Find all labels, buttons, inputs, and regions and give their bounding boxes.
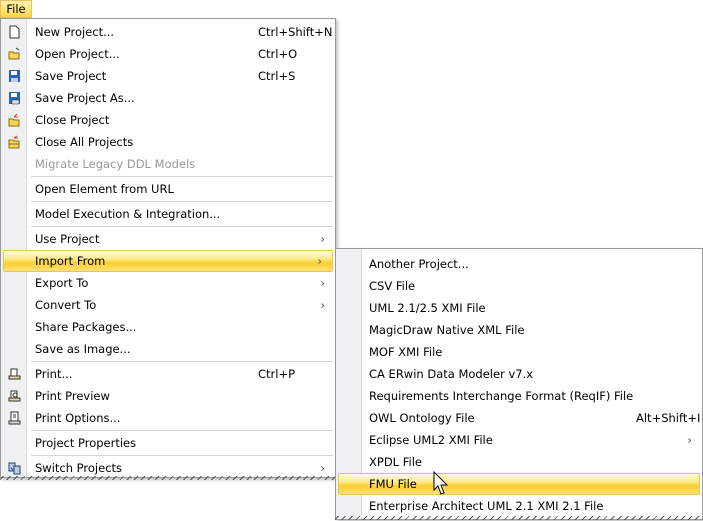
import-item-csv-file[interactable]: CSV File — [336, 275, 702, 297]
file-menu-item-model-execution-integration[interactable]: Model Execution & Integration... — [1, 203, 335, 225]
import-item-another-project[interactable]: Another Project... — [336, 253, 702, 275]
new-document-icon — [8, 25, 21, 39]
menu-item-label: Print... — [35, 367, 73, 381]
chevron-right-icon: › — [320, 276, 325, 290]
menu-item-label: Save Project As... — [35, 91, 135, 105]
chevron-right-icon: › — [687, 433, 692, 447]
menu-item-label: MOF XMI File — [369, 345, 443, 359]
save-as-icon — [8, 91, 21, 105]
menu-bar: File — [0, 0, 703, 18]
print-options-icon — [8, 411, 21, 425]
file-menu-button[interactable]: File — [0, 0, 32, 18]
menu-item-label: Eclipse UML2 XMI File — [369, 433, 493, 447]
file-menu-item-print-preview[interactable]: Print Preview — [1, 385, 335, 407]
file-menu-item-save-project[interactable]: Save Project Ctrl+S — [1, 65, 335, 87]
menu-item-label: MagicDraw Native XML File — [369, 323, 525, 337]
import-item-requirements-interchange-format-reqif-file[interactable]: Requirements Interchange Format (ReqIF) … — [336, 385, 702, 407]
import-item-fmu-file[interactable]: FMU File — [338, 473, 700, 495]
menu-item-label: Open Project... — [35, 47, 120, 61]
menu-item-label: Open Element from URL — [35, 182, 174, 196]
menu-item-label: OWL Ontology File — [369, 411, 475, 425]
menu-torn-edge — [0, 476, 336, 480]
menu-item-label: Another Project... — [369, 257, 469, 271]
menu-item-label: Enterprise Architect UML 2.1 XMI 2.1 Fil… — [369, 499, 604, 513]
file-menu: New Project... Ctrl+Shift+N Open Project..… — [0, 18, 336, 478]
menu-item-label: Requirements Interchange Format (ReqIF) … — [369, 389, 634, 403]
file-menu-item-open-project[interactable]: Open Project... Ctrl+O — [1, 43, 335, 65]
import-item-uml-2-1-2-5-xmi-file[interactable]: UML 2.1/2.5 XMI File — [336, 297, 702, 319]
file-menu-item-open-element-from-url[interactable]: Open Element from URL — [1, 178, 335, 200]
menu-item-label: Export To — [35, 276, 89, 290]
file-menu-item-close-project[interactable]: Close Project — [1, 109, 335, 131]
print-preview-icon — [8, 389, 21, 403]
menu-item-label: CSV File — [369, 279, 416, 293]
chevron-right-icon: › — [320, 298, 325, 312]
file-menu-item-import-from[interactable]: Import From › — [3, 250, 333, 272]
menu-item-label: Print Preview — [35, 389, 110, 403]
file-menu-item-export-to[interactable]: Export To › — [1, 272, 335, 294]
close-project-icon — [8, 113, 21, 127]
file-menu-item-print-options[interactable]: Print Options... — [1, 407, 335, 429]
file-menu-item-save-as-image[interactable]: Save as Image... — [1, 338, 335, 360]
shortcut-label: Ctrl+O — [258, 47, 298, 61]
menu-item-label: Convert To — [35, 298, 97, 312]
menu-item-label: Import From — [35, 254, 106, 268]
menu-item-label: Print Options... — [35, 411, 121, 425]
menu-item-label: Save Project — [35, 69, 107, 83]
import-item-owl-ontology-file[interactable]: OWL Ontology File Alt+Shift+I — [336, 407, 702, 429]
import-item-ca-erwin-data-modeler-v7-x[interactable]: CA ERwin Data Modeler v7.x — [336, 363, 702, 385]
file-menu-item-print[interactable]: Print... Ctrl+P — [1, 363, 335, 385]
chevron-right-icon: › — [320, 232, 325, 246]
menu-item-label: UML 2.1/2.5 XMI File — [369, 301, 486, 315]
menu-item-label: New Project... — [35, 25, 115, 39]
file-menu-item-share-packages[interactable]: Share Packages... — [1, 316, 335, 338]
close-all-projects-icon — [8, 135, 21, 149]
shortcut-label: Ctrl+Shift+N — [258, 25, 333, 39]
mouse-cursor-icon — [433, 471, 449, 495]
shortcut-label: Alt+Shift+I — [636, 411, 701, 425]
file-menu-item-close-all-projects[interactable]: Close All Projects — [1, 131, 335, 153]
menu-item-label: XPDL File — [369, 455, 422, 469]
menu-item-label: Switch Projects — [35, 461, 123, 475]
menu-item-label: Model Execution & Integration... — [35, 207, 221, 221]
menu-item-label: CA ERwin Data Modeler v7.x — [369, 367, 534, 381]
import-item-enterprise-architect-uml-2-1-xmi-2-1-file[interactable]: Enterprise Architect UML 2.1 XMI 2.1 Fil… — [336, 495, 702, 517]
file-menu-item-project-properties[interactable]: Project Properties — [1, 432, 335, 454]
file-menu-item-convert-to[interactable]: Convert To › — [1, 294, 335, 316]
menu-item-label: Migrate Legacy DDL Models — [35, 157, 196, 171]
import-item-xpdl-file[interactable]: XPDL File — [336, 451, 702, 473]
menu-item-label: Project Properties — [35, 436, 137, 450]
menu-item-label: Share Packages... — [35, 320, 137, 334]
chevron-right-icon: › — [317, 254, 322, 268]
open-folder-icon — [8, 47, 21, 61]
import-item-eclipse-uml2-xmi-file[interactable]: Eclipse UML2 XMI File › — [336, 429, 702, 451]
print-icon — [8, 367, 21, 381]
import-item-mof-xmi-file[interactable]: MOF XMI File — [336, 341, 702, 363]
menu-item-label: Close All Projects — [35, 135, 134, 149]
import-from-submenu: Another Project... CSV File UML 2.1/2.5 XM… — [335, 248, 703, 520]
menu-item-label: FMU File — [369, 477, 417, 491]
file-menu-item-save-project-as[interactable]: Save Project As... — [1, 87, 335, 109]
menu-item-label: Save as Image... — [35, 342, 131, 356]
submenu-torn-edge — [335, 516, 703, 520]
import-item-magicdraw-native-xml-file[interactable]: MagicDraw Native XML File — [336, 319, 702, 341]
save-icon — [8, 69, 21, 83]
menu-item-label: Close Project — [35, 113, 110, 127]
menu-item-label: Use Project — [35, 232, 100, 246]
shortcut-label: Ctrl+S — [258, 69, 296, 83]
shortcut-label: Ctrl+P — [258, 367, 296, 381]
file-menu-item-use-project[interactable]: Use Project › — [1, 228, 335, 250]
file-menu-item-migrate-legacy-ddl-models: Migrate Legacy DDL Models — [1, 153, 335, 175]
switch-projects-icon — [8, 461, 21, 475]
file-menu-item-new-project[interactable]: New Project... Ctrl+Shift+N — [1, 21, 335, 43]
